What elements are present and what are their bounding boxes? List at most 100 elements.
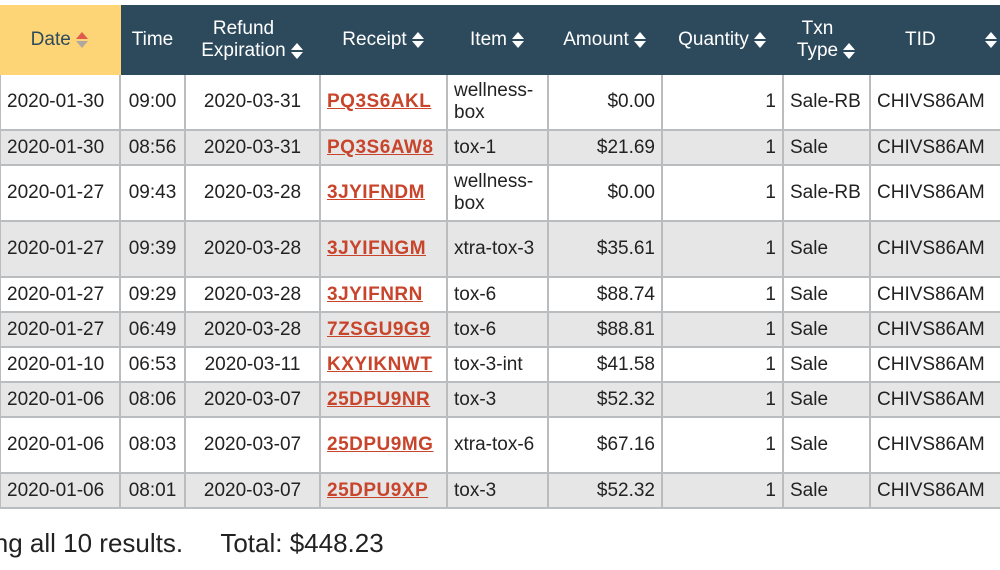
cell-item: tox-3 <box>446 472 549 509</box>
column-header-date[interactable]: Date <box>0 5 121 75</box>
table-row: 2020-01-10 06:53 2020-03-11 KXYIKNWT tox-3-i… <box>0 346 1000 383</box>
table-header-row: Date Time Refund Expiration Receipt Item… <box>0 5 1000 75</box>
cell-txn-type: Sale-RB <box>782 73 871 131</box>
cell-quantity: 1 <box>661 220 784 278</box>
cell-receipt: 25DPU9NR <box>319 381 448 418</box>
column-header-item[interactable]: Item <box>446 5 549 75</box>
receipt-link[interactable]: 25DPU9NR <box>327 389 430 410</box>
cell-date: 2020-01-10 <box>0 346 121 383</box>
cell-quantity: 1 <box>661 381 784 418</box>
receipt-link[interactable]: KXYIKNWT <box>327 354 432 375</box>
cell-date: 2020-01-06 <box>0 381 121 418</box>
cell-refund-expiration: 2020-03-07 <box>184 416 321 474</box>
column-header-item-label: Item <box>470 29 507 50</box>
cell-item: tox-3-int <box>446 346 549 383</box>
cell-refund-expiration: 2020-03-28 <box>184 276 321 313</box>
cell-tid: CHIVS86AM <box>869 164 1000 222</box>
cell-amount: $0.00 <box>547 164 663 222</box>
cell-refund-expiration: 2020-03-31 <box>184 73 321 131</box>
results-total-text: Total: $448.23 <box>220 528 384 558</box>
receipt-link[interactable]: 25DPU9XP <box>327 480 428 501</box>
cell-receipt: PQ3S6AKL <box>319 73 448 131</box>
sort-icon <box>290 41 304 61</box>
cell-amount: $35.61 <box>547 220 663 278</box>
cell-amount: $0.00 <box>547 73 663 131</box>
cell-amount: $52.32 <box>547 381 663 418</box>
receipt-link[interactable]: 3JYIFNDM <box>327 182 425 203</box>
cell-time: 08:56 <box>119 129 186 166</box>
column-header-refund-expiration[interactable]: Refund Expiration <box>184 5 321 75</box>
cell-quantity: 1 <box>661 276 784 313</box>
cell-txn-type: Sale <box>782 311 871 348</box>
cell-quantity: 1 <box>661 129 784 166</box>
cell-time: 08:03 <box>119 416 186 474</box>
column-header-quantity[interactable]: Quantity <box>661 5 784 75</box>
receipt-link[interactable]: 25DPU9MG <box>327 434 433 455</box>
cell-date: 2020-01-30 <box>0 73 121 131</box>
column-header-tid-label: TID <box>905 29 936 50</box>
cell-time: 08:06 <box>119 381 186 418</box>
cell-txn-type: Sale <box>782 220 871 278</box>
receipt-link[interactable]: 7ZSGU9G9 <box>327 319 430 340</box>
receipt-link[interactable]: 3JYIFNRN <box>327 284 423 305</box>
column-header-txn-type-label: Txn Type <box>796 18 839 61</box>
cell-tid: CHIVS86AM <box>869 220 1000 278</box>
cell-amount: $67.16 <box>547 416 663 474</box>
table-row: 2020-01-27 06:49 2020-03-28 7ZSGU9G9 tox-6 $8… <box>0 311 1000 348</box>
cell-txn-type: Sale <box>782 416 871 474</box>
sort-icon <box>842 41 856 61</box>
cell-refund-expiration: 2020-03-28 <box>184 164 321 222</box>
cell-amount: $88.74 <box>547 276 663 313</box>
cell-quantity: 1 <box>661 472 784 509</box>
cell-time: 06:53 <box>119 346 186 383</box>
receipt-link[interactable]: PQ3S6AW8 <box>327 137 433 158</box>
cell-txn-type: Sale <box>782 276 871 313</box>
cell-receipt: 3JYIFNGM <box>319 220 448 278</box>
cell-receipt: 7ZSGU9G9 <box>319 311 448 348</box>
column-header-time-label: Time <box>131 29 174 50</box>
cell-quantity: 1 <box>661 164 784 222</box>
cell-refund-expiration: 2020-03-11 <box>184 346 321 383</box>
cell-txn-type: Sale-RB <box>782 164 871 222</box>
cell-time: 09:39 <box>119 220 186 278</box>
column-header-txn-type[interactable]: Txn Type <box>782 5 871 75</box>
cell-item: tox-6 <box>446 276 549 313</box>
cell-txn-type: Sale <box>782 381 871 418</box>
cell-amount: $41.58 <box>547 346 663 383</box>
cell-receipt: 3JYIFNRN <box>319 276 448 313</box>
cell-tid: CHIVS86AM <box>869 276 1000 313</box>
sort-icon <box>511 30 525 50</box>
cell-date: 2020-01-27 <box>0 164 121 222</box>
cell-time: 09:29 <box>119 276 186 313</box>
cell-quantity: 1 <box>661 346 784 383</box>
cell-refund-expiration: 2020-03-28 <box>184 311 321 348</box>
cell-quantity: 1 <box>661 73 784 131</box>
table-row: 2020-01-27 09:29 2020-03-28 3JYIFNRN tox-6 $8… <box>0 276 1000 313</box>
receipt-link[interactable]: 3JYIFNGM <box>327 238 426 259</box>
cell-date: 2020-01-06 <box>0 416 121 474</box>
column-header-tid[interactable]: TID <box>869 5 1000 75</box>
cell-time: 06:49 <box>119 311 186 348</box>
cell-item: wellness-box <box>446 73 549 131</box>
sort-icon <box>411 30 425 50</box>
cell-tid: CHIVS86AM <box>869 346 1000 383</box>
receipt-link[interactable]: PQ3S6AKL <box>327 91 431 112</box>
column-header-receipt[interactable]: Receipt <box>319 5 448 75</box>
cell-time: 09:43 <box>119 164 186 222</box>
sort-icon <box>984 30 998 50</box>
table-row: 2020-01-30 09:00 2020-03-31 PQ3S6AKL wellnes… <box>0 73 1000 131</box>
column-header-quantity-label: Quantity <box>678 29 749 50</box>
column-header-time[interactable]: Time <box>119 5 186 75</box>
cell-receipt: 25DPU9XP <box>319 472 448 509</box>
cell-date: 2020-01-27 <box>0 276 121 313</box>
cell-amount: $88.81 <box>547 311 663 348</box>
cell-txn-type: Sale <box>782 472 871 509</box>
cell-tid: CHIVS86AM <box>869 416 1000 474</box>
transactions-table: Date Time Refund Expiration Receipt Item… <box>0 5 1000 509</box>
column-header-amount[interactable]: Amount <box>547 5 663 75</box>
cell-receipt: 25DPU9MG <box>319 416 448 474</box>
cell-item: tox-1 <box>446 129 549 166</box>
cell-receipt: 3JYIFNDM <box>319 164 448 222</box>
cell-refund-expiration: 2020-03-07 <box>184 472 321 509</box>
cell-amount: $21.69 <box>547 129 663 166</box>
